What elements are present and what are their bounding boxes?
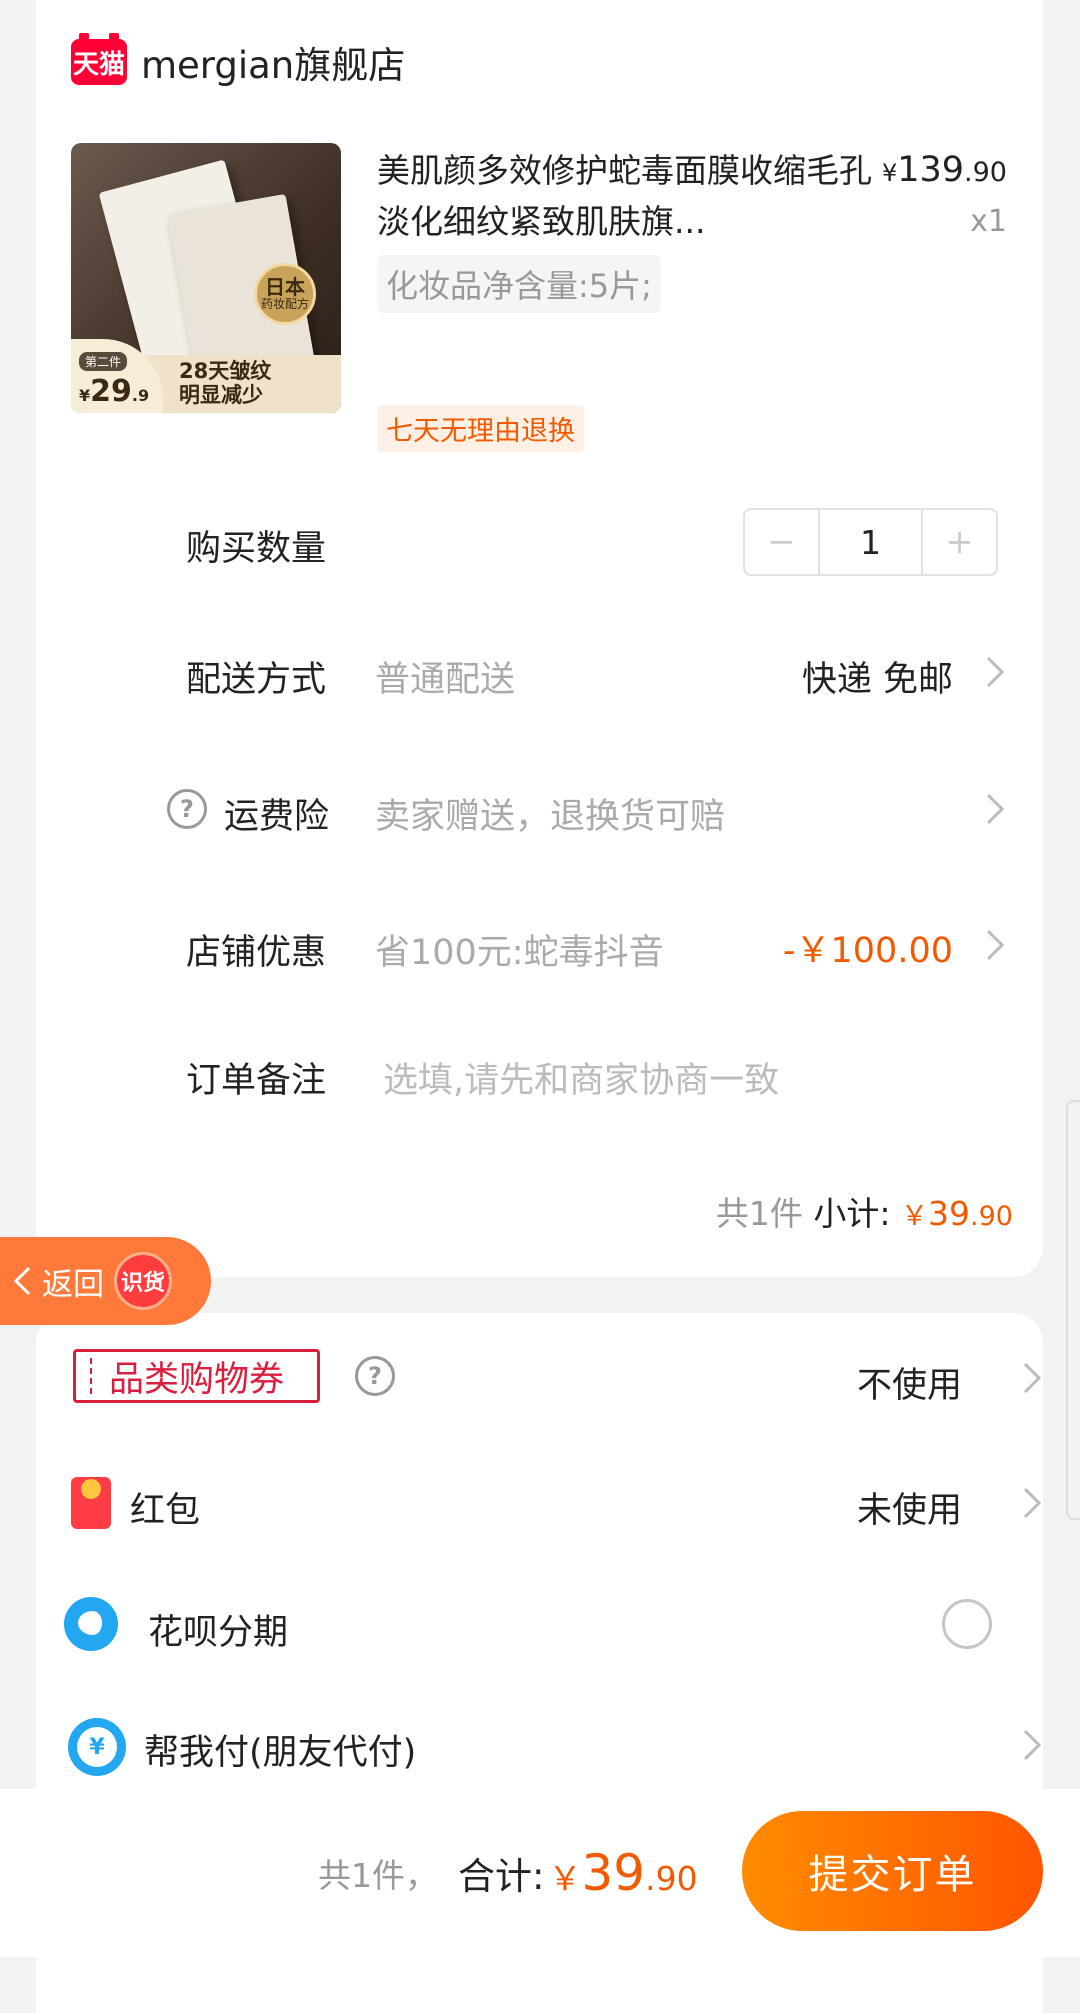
red-packet-label: 红包 <box>130 1491 201 1531</box>
chevron-right-icon[interactable] <box>983 652 1007 692</box>
friend-pay-label: 帮我付(朋友代付) <box>144 1733 417 1773</box>
order-total: 共1件， 合计: ￥39.90 <box>318 1844 698 1902</box>
delivery-method: 普通配送 <box>375 660 516 700</box>
promo-band-text: 28天皱纹 明显减少 <box>179 358 272 407</box>
coupon-stub <box>90 1358 92 1394</box>
order-card: 天猫 mergian旗舰店 日本 药妆配方 第二件 ¥29.9 28天皱纹 明显… <box>36 0 1043 1277</box>
shipping-insurance-desc: 卖家赠送，退换货可赔 <box>375 797 726 837</box>
back-button[interactable]: 返回 识货 <box>0 1237 211 1325</box>
sku-chip[interactable]: 化妆品净含量:5片; <box>377 255 661 313</box>
huabei-icon <box>64 1597 118 1651</box>
chevron-right-icon[interactable] <box>983 925 1007 965</box>
checkout-footer: 共1件， 合计: ￥39.90 提交订单 <box>0 1789 1080 1957</box>
huabei-radio[interactable] <box>942 1599 992 1649</box>
shop-discount-label: 店铺优惠 <box>186 933 327 973</box>
japan-formula-seal: 日本 药妆配方 <box>254 263 316 325</box>
scroll-indicator <box>1066 1100 1080 1520</box>
shop-header[interactable]: 天猫 mergian旗舰店 <box>71 33 405 89</box>
help-icon[interactable]: ? <box>167 789 207 829</box>
tmall-logo-icon: 天猫 <box>71 33 127 85</box>
chevron-right-icon[interactable] <box>983 789 1007 829</box>
quantity-stepper[interactable]: − 1 + <box>743 508 998 576</box>
shihuo-badge[interactable]: 识货 <box>114 1252 172 1310</box>
delivery-label: 配送方式 <box>186 660 327 700</box>
red-packet-icon <box>71 1477 111 1529</box>
huabei-label: 花呗分期 <box>148 1613 289 1653</box>
decrement-button[interactable]: − <box>745 510 818 574</box>
back-label: 返回 <box>42 1266 104 1303</box>
chevron-right-icon[interactable] <box>1020 1483 1044 1523</box>
order-note-label: 订单备注 <box>186 1061 327 1101</box>
increment-button[interactable]: + <box>923 510 996 574</box>
shop-discount-desc: 省100元:蛇毒抖音 <box>375 933 664 973</box>
promo-price: ¥29.9 <box>79 374 150 409</box>
return-policy-tag: 七天无理由退换 <box>377 405 584 452</box>
shop-discount-value[interactable]: -￥100.00 <box>783 922 953 973</box>
subtotal: 共1件 小计: ￥39.90 <box>715 1194 1013 1233</box>
quantity-label: 购买数量 <box>186 529 327 569</box>
chevron-right-icon[interactable] <box>1020 1358 1044 1398</box>
product-image[interactable]: 日本 药妆配方 第二件 ¥29.9 28天皱纹 明显减少 <box>71 143 341 413</box>
shop-name[interactable]: mergian旗舰店 <box>141 35 405 89</box>
friend-pay-icon: ¥ <box>68 1718 126 1776</box>
order-note-input[interactable]: 选填,请先和商家协商一致 <box>383 1052 779 1103</box>
product-price: ¥139.90 <box>881 150 1007 190</box>
chevron-right-icon[interactable] <box>1020 1725 1044 1765</box>
chevron-left-icon <box>13 1266 31 1296</box>
help-icon[interactable]: ? <box>355 1356 395 1396</box>
product-quantity: x1 <box>970 204 1007 239</box>
submit-order-button[interactable]: 提交订单 <box>742 1811 1043 1931</box>
shipping-insurance-label: 运费险 <box>224 797 330 837</box>
category-coupon-tag: 品类购物券 <box>73 1349 320 1403</box>
delivery-option[interactable]: 快递 免邮 <box>802 651 953 702</box>
second-item-tag: 第二件 <box>79 352 128 371</box>
red-packet-status[interactable]: 未使用 <box>857 1482 962 1533</box>
quantity-value[interactable]: 1 <box>818 510 923 574</box>
coupon-status[interactable]: 不使用 <box>857 1357 962 1408</box>
product-title[interactable]: 美肌颜多效修护蛇毒面膜收缩毛孔淡化细纹紧致肌肤旗... <box>377 145 877 247</box>
